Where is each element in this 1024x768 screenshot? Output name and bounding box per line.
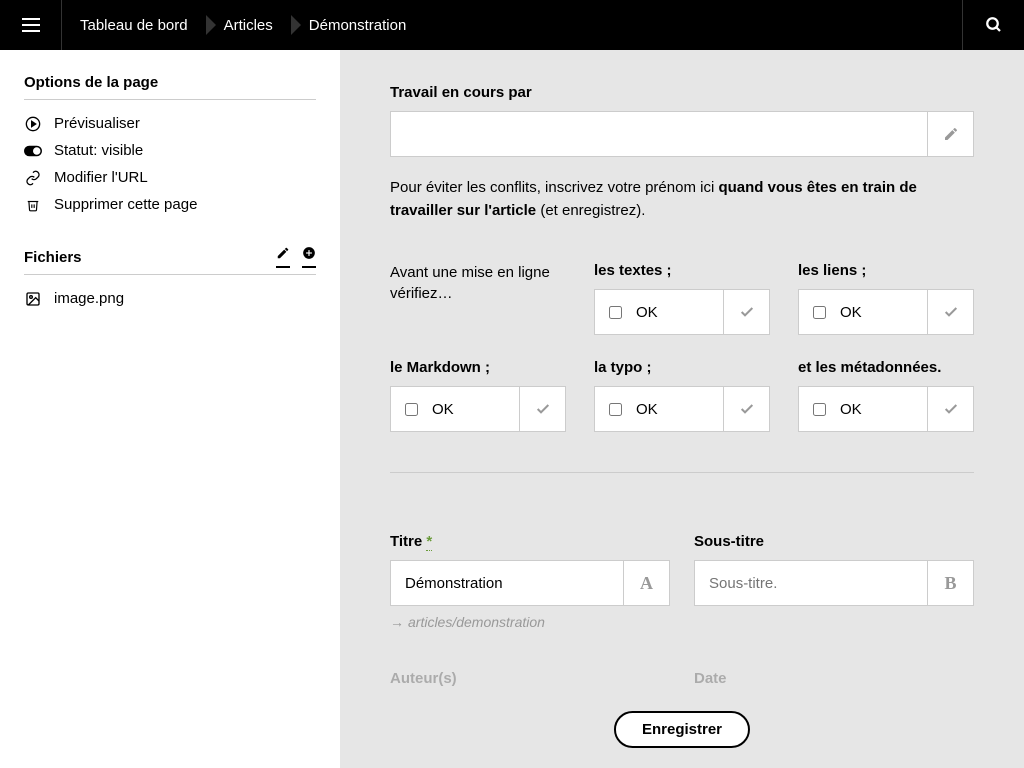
breadcrumb-dashboard[interactable]: Tableau de bord	[62, 0, 206, 50]
pencil-icon	[276, 246, 290, 260]
pencil-icon	[943, 126, 959, 142]
image-icon	[24, 291, 42, 307]
sidebar-item-url[interactable]: Modifier l'URL	[24, 164, 316, 191]
link-icon	[24, 170, 42, 186]
sidebar-item-label: Prévisualiser	[54, 115, 140, 132]
authors-label: Auteur(s)	[390, 670, 670, 687]
divider	[390, 472, 974, 473]
sidebar-item-status[interactable]: Statut: visible	[24, 137, 316, 164]
check-metadata-checkbox[interactable]	[813, 403, 826, 416]
serif-b-icon: B	[944, 573, 956, 594]
title-label: Titre *	[390, 533, 670, 550]
title-type-button[interactable]: A	[623, 561, 669, 605]
sidebar-item-delete[interactable]: Supprimer cette page	[24, 191, 316, 218]
wip-input-row	[390, 111, 974, 157]
check-ok-label: OK	[840, 401, 927, 418]
files-heading: Fichiers	[24, 249, 82, 266]
check-icon	[943, 304, 959, 320]
subtitle-label: Sous-titre	[694, 533, 974, 550]
check-liens-checkbox[interactable]	[813, 306, 826, 319]
check-markdown-checkbox[interactable]	[405, 403, 418, 416]
wip-edit-button[interactable]	[927, 112, 973, 156]
breadcrumb: Tableau de bord Articles Démonstration	[62, 0, 424, 50]
slug-text: → articles/demonstration	[390, 614, 670, 630]
files-edit-button[interactable]	[276, 246, 290, 268]
serif-a-icon: A	[640, 573, 653, 594]
check-ok-label: OK	[636, 401, 723, 418]
check-icon	[535, 401, 551, 417]
check-ok-label: OK	[432, 401, 519, 418]
file-item[interactable]: image.png	[24, 285, 316, 312]
check-ok-label: OK	[636, 304, 723, 321]
check-row-textes: OK	[594, 289, 770, 335]
topbar: Tableau de bord Articles Démonstration	[0, 0, 1024, 50]
sidebar-item-label: Modifier l'URL	[54, 169, 148, 186]
check-prompt: Avant une mise en ligne vérifiez…	[390, 262, 566, 304]
check-textes-checkbox[interactable]	[609, 306, 622, 319]
breadcrumb-current[interactable]: Démonstration	[291, 0, 425, 50]
required-mark: *	[426, 533, 432, 551]
check-confirm-button[interactable]	[927, 290, 973, 334]
check-row-liens: OK	[798, 289, 974, 335]
check-row-markdown: OK	[390, 386, 566, 432]
subtitle-type-button[interactable]: B	[927, 561, 973, 605]
check-confirm-button[interactable]	[723, 387, 769, 431]
wip-input[interactable]	[391, 112, 927, 156]
check-row-typo: OK	[594, 386, 770, 432]
wip-help-text: Pour éviter les conflits, inscrivez votr…	[390, 177, 974, 222]
page-options-heading: Options de la page	[24, 74, 316, 100]
subtitle-input[interactable]	[695, 561, 927, 605]
date-label: Date	[694, 670, 974, 687]
search-button[interactable]	[962, 0, 1024, 50]
wip-label: Travail en cours par	[390, 84, 974, 101]
check-typo-checkbox[interactable]	[609, 403, 622, 416]
toggle-icon	[24, 145, 42, 157]
check-row-metadata: OK	[798, 386, 974, 432]
check-icon	[739, 304, 755, 320]
file-name: image.png	[54, 290, 124, 307]
trash-icon	[24, 197, 42, 213]
sidebar: Options de la page Prévisualiser Statut:…	[0, 50, 340, 768]
check-label-textes: les textes ;	[594, 262, 770, 279]
check-confirm-button[interactable]	[927, 387, 973, 431]
save-button[interactable]: Enregistrer	[614, 711, 750, 748]
plus-circle-icon	[302, 246, 316, 260]
sidebar-item-preview[interactable]: Prévisualiser	[24, 110, 316, 137]
check-ok-label: OK	[840, 304, 927, 321]
check-icon	[943, 401, 959, 417]
sidebar-item-label: Supprimer cette page	[54, 196, 197, 213]
hamburger-icon	[22, 18, 40, 32]
check-label-typo: la typo ;	[594, 359, 770, 376]
breadcrumb-articles[interactable]: Articles	[206, 0, 291, 50]
title-input[interactable]	[391, 561, 623, 605]
check-label-metadata: et les métadonnées.	[798, 359, 974, 376]
menu-button[interactable]	[0, 0, 62, 50]
check-label-markdown: le Markdown ;	[390, 359, 566, 376]
check-confirm-button[interactable]	[519, 387, 565, 431]
play-icon	[24, 116, 42, 132]
sidebar-item-label: Statut: visible	[54, 142, 143, 159]
check-icon	[739, 401, 755, 417]
files-add-button[interactable]	[302, 246, 316, 268]
main-content: Travail en cours par Pour éviter les con…	[340, 50, 1024, 768]
check-confirm-button[interactable]	[723, 290, 769, 334]
search-icon	[985, 16, 1003, 34]
check-label-liens: les liens ;	[798, 262, 974, 279]
